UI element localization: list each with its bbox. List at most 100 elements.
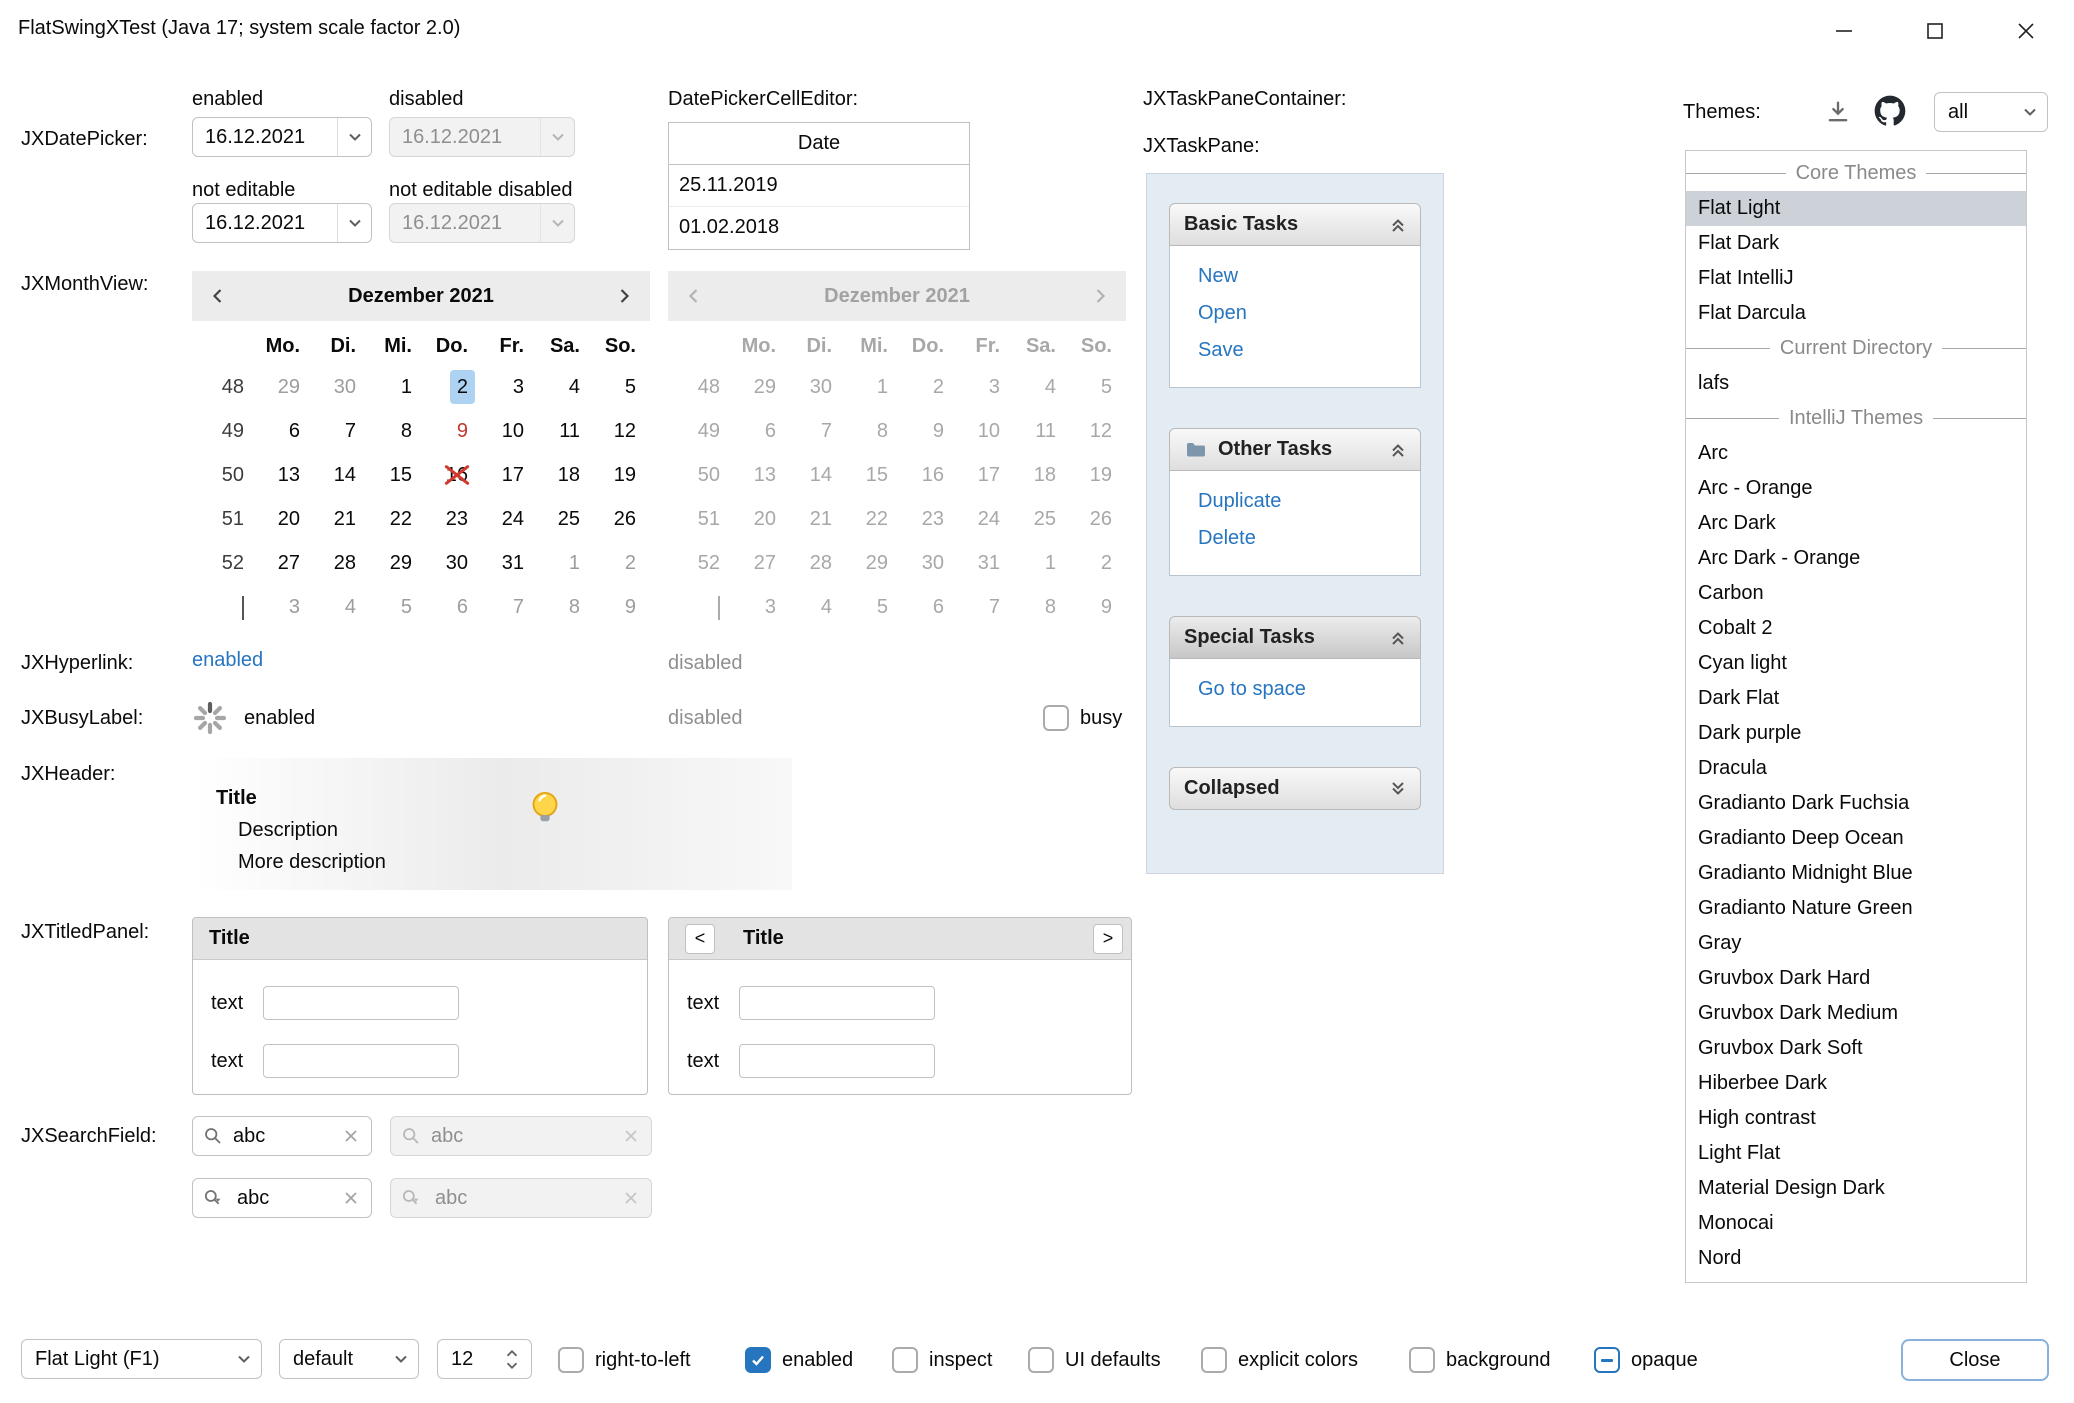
text-input[interactable] [739,986,935,1020]
taskpane-link-open[interactable]: Open [1198,295,1420,332]
taskpane-header-special-tasks[interactable]: Special Tasks [1169,616,1421,659]
theme-item[interactable]: Gradianto Deep Ocean [1686,821,2026,856]
checkbox-box[interactable] [1043,705,1069,731]
calendar-day[interactable]: 13 [258,453,314,497]
theme-item[interactable]: Arc [1686,436,2026,471]
datepicker-not-editable[interactable]: 16.12.2021 [192,203,372,243]
theme-item[interactable]: Gradianto Midnight Blue [1686,856,2026,891]
maximize-button[interactable] [1903,8,1967,54]
taskpane-link-delete[interactable]: Delete [1198,520,1420,557]
text-input[interactable] [739,1044,935,1078]
checkbox-box[interactable] [1409,1347,1435,1373]
taskpane-header-basic-tasks[interactable]: Basic Tasks [1169,203,1421,246]
theme-item[interactable]: Gradianto Dark Fuchsia [1686,786,2026,821]
calendar-day[interactable]: 16 [426,453,482,497]
theme-item[interactable]: Cobalt 2 [1686,611,2026,646]
calendar-day[interactable]: 5 [594,365,650,409]
spinner-down-icon[interactable] [504,1361,520,1370]
double-chevron-down-icon[interactable] [1388,779,1408,799]
table-column-header[interactable]: Date [669,123,969,165]
theme-filter-combo[interactable]: all [1934,92,2048,132]
checkbox-box[interactable] [892,1347,918,1373]
calendar-day[interactable]: 26 [594,497,650,541]
calendar-day[interactable]: 5 [370,585,426,629]
checkbox-enabled[interactable]: enabled [745,1340,853,1380]
calendar-day[interactable]: 6 [426,585,482,629]
calendar-day[interactable]: 8 [370,409,426,453]
theme-item[interactable]: Arc Dark - Orange [1686,541,2026,576]
theme-item[interactable]: Dracula [1686,751,2026,786]
search-menu-icon[interactable] [203,1188,227,1208]
calendar-day[interactable]: 7 [482,585,538,629]
taskpane-link-save[interactable]: Save [1198,332,1420,369]
theme-item[interactable]: Light Flat [1686,1136,2026,1171]
chevron-down-icon[interactable] [337,204,371,242]
calendar-day[interactable]: 25 [538,497,594,541]
chevron-down-icon[interactable] [337,118,371,156]
calendar-day[interactable]: 6 [258,409,314,453]
checkbox-inspect[interactable]: inspect [892,1340,992,1380]
checkbox-box[interactable] [558,1347,584,1373]
date-value[interactable]: 16.12.2021 [193,126,337,149]
calendar-day[interactable]: 12 [594,409,650,453]
search-value[interactable]: abc [237,1187,343,1210]
theme-item[interactable]: Gruvbox Dark Medium [1686,996,2026,1031]
text-input[interactable] [263,986,459,1020]
theme-item[interactable]: Arc Dark [1686,506,2026,541]
calendar-day[interactable]: 24 [482,497,538,541]
calendar-day[interactable]: 14 [314,453,370,497]
spinner-up-icon[interactable] [504,1349,520,1358]
calendar-day[interactable]: 28 [314,541,370,585]
text-input[interactable] [263,1044,459,1078]
taskpane-link-go-to-space[interactable]: Go to space [1198,671,1420,708]
checkbox-busy[interactable]: busy [1043,698,1122,738]
close-button[interactable]: Close [1901,1339,2049,1381]
theme-item[interactable]: Flat Light [1686,191,2026,226]
table-row[interactable]: 01.02.2018 [669,207,969,249]
search-icon[interactable] [203,1126,223,1146]
taskpane-header-other-tasks[interactable]: Other Tasks [1169,428,1421,471]
calendar-day[interactable]: 9 [594,585,650,629]
calendar-day[interactable]: 21 [314,497,370,541]
calendar-day[interactable]: 27 [258,541,314,585]
font-combo[interactable]: default [279,1339,419,1379]
taskpane-header-collapsed[interactable]: Collapsed [1169,767,1421,810]
laf-combo[interactable]: Flat Light (F1) [21,1339,262,1379]
theme-item[interactable]: Material Design Dark [1686,1171,2026,1206]
calendar-day[interactable]: 3 [258,585,314,629]
calendar-prev-button[interactable] [192,286,244,306]
clear-icon[interactable] [343,1190,359,1206]
font-size-spinner[interactable]: 12 [437,1339,532,1379]
calendar-day[interactable]: 29 [370,541,426,585]
calendar-day[interactable]: 11 [538,409,594,453]
taskpane-link-duplicate[interactable]: Duplicate [1198,483,1420,520]
calendar-day[interactable]: 15 [370,453,426,497]
checkbox-opaque[interactable]: opaque [1594,1340,1698,1380]
calendar-day[interactable]: 29 [258,365,314,409]
calendar-day[interactable]: 30 [426,541,482,585]
calendar-day[interactable]: 20 [258,497,314,541]
theme-item[interactable]: Gradianto Nature Green [1686,891,2026,926]
checkbox-box[interactable] [745,1347,771,1373]
checkbox-right-to-left[interactable]: right-to-left [558,1340,691,1380]
calendar-day[interactable]: 10 [482,409,538,453]
minimize-button[interactable] [1812,8,1876,54]
theme-item[interactable]: Dark purple [1686,716,2026,751]
theme-item[interactable]: Hiberbee Dark [1686,1066,2026,1101]
calendar-day[interactable]: 30 [314,365,370,409]
panel-left-button[interactable]: < [685,924,715,954]
table-row[interactable]: 25.11.2019 [669,165,969,207]
checkbox-ui-defaults[interactable]: UI defaults [1028,1340,1161,1380]
theme-item[interactable]: Flat Darcula [1686,296,2026,331]
calendar-day[interactable]: 9 [426,409,482,453]
taskpane-link-new[interactable]: New [1198,258,1420,295]
calendar-day[interactable]: 2 [594,541,650,585]
search-field-with-menu-enabled[interactable]: abc [192,1178,372,1218]
calendar-day[interactable]: 22 [370,497,426,541]
theme-item[interactable]: Flat IntelliJ [1686,261,2026,296]
search-field-enabled[interactable]: abc [192,1116,372,1156]
github-icon[interactable] [1874,95,1906,127]
calendar-day[interactable]: 23 [426,497,482,541]
calendar-day[interactable]: 1 [538,541,594,585]
theme-item[interactable]: Arc - Orange [1686,471,2026,506]
